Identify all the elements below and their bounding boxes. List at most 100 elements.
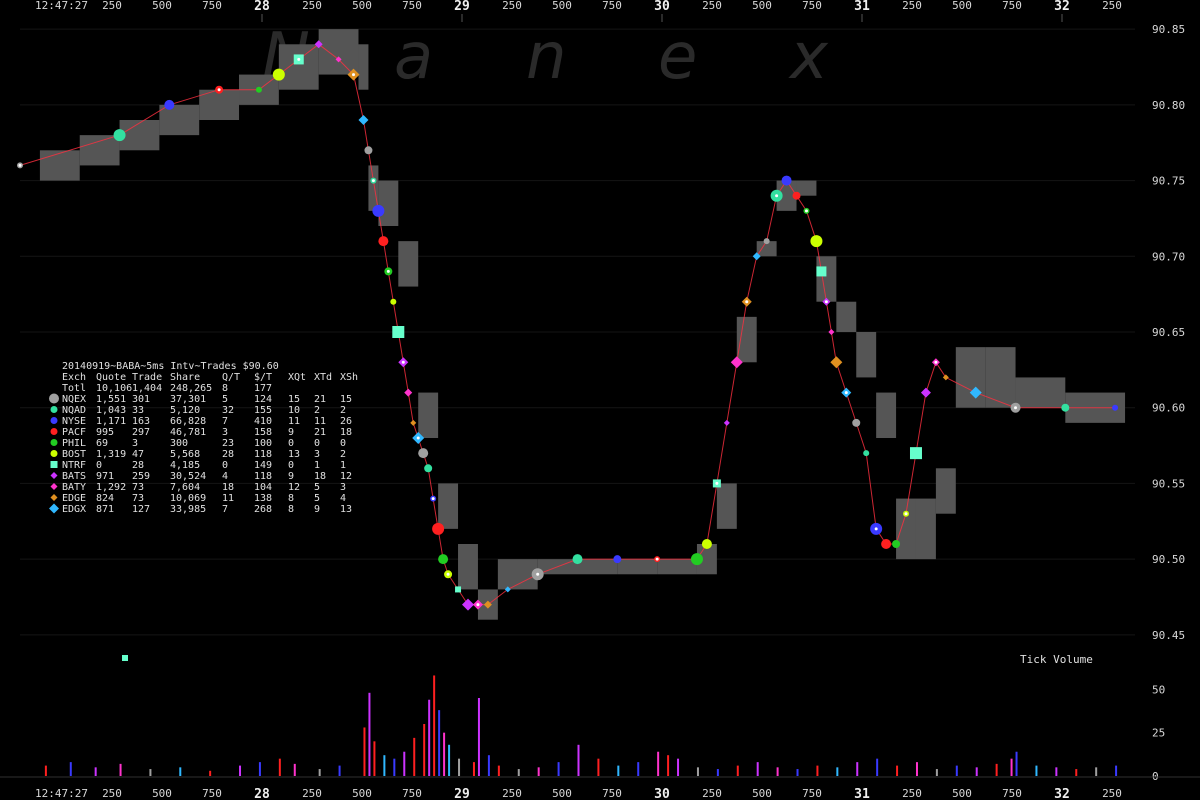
trade-marker-center [297, 57, 301, 61]
nbbo-band-segment [39, 150, 80, 181]
trade-marker-center [844, 391, 848, 395]
tick-volume-bar [94, 767, 97, 776]
time-tick-label: 500 [352, 0, 372, 12]
legend-header-cell: Quote [96, 372, 126, 383]
legend-header-cell: Share [170, 372, 200, 383]
legend-cell: 5 [222, 394, 228, 405]
nbbo-band-segment [816, 256, 837, 302]
tick-volume-bar [557, 762, 560, 776]
legend-cell: 1,171 [96, 416, 126, 427]
legend-cell: 33,985 [170, 504, 206, 515]
time-tick-label: 500 [552, 0, 572, 12]
legend-cell: 9 [314, 504, 320, 515]
tick-volume-bar [318, 769, 321, 776]
tick-volume-bar [443, 732, 446, 776]
time-tick-label: 750 [402, 787, 422, 800]
legend-cell: BATS [62, 471, 86, 482]
stray-trade-marker [122, 655, 128, 661]
legend-header-cell: Trade [132, 372, 162, 383]
legend-cell: 118 [254, 449, 272, 460]
time-tick-label: 750 [802, 0, 822, 12]
legend-total-cell: Totl [62, 383, 86, 394]
legend-cell: NTRF [62, 460, 86, 471]
tick-volume-bar [577, 744, 580, 776]
trade-marker [378, 236, 389, 247]
volume-axis-title: Tick Volume [1020, 653, 1093, 666]
time-tick-label: 250 [102, 787, 122, 800]
legend-symbol-nqad [50, 406, 58, 413]
tick-volume-bar [597, 758, 600, 776]
time-tick-label: 500 [552, 787, 572, 800]
trade-marker [364, 146, 373, 155]
legend-cell: 1,551 [96, 394, 126, 405]
time-tick-label: 30 [654, 0, 670, 14]
legend-cell: 28 [132, 460, 144, 471]
time-tick-label: 750 [202, 787, 222, 800]
trade-marker-center [446, 572, 450, 576]
time-tick-label: 28 [254, 787, 270, 800]
legend-cell: 149 [254, 460, 272, 471]
time-tick-label: 250 [502, 787, 522, 800]
trade-marker [816, 266, 827, 277]
trade-marker-center [401, 360, 405, 364]
tick-volume-bar [293, 763, 296, 776]
time-tick-label: 30 [654, 787, 670, 800]
legend-cell: 66,828 [170, 416, 206, 427]
trade-marker [272, 68, 285, 81]
trade-marker [113, 129, 126, 142]
legend-cell: 12 [340, 471, 352, 482]
trade-marker [781, 175, 792, 186]
legend-cell: PACF [62, 427, 86, 438]
legend-cell: 124 [254, 394, 272, 405]
tick-volume-bar [119, 763, 122, 776]
tick-volume-bar [149, 769, 152, 776]
legend-cell: 5,120 [170, 405, 200, 416]
time-tick-label: 31 [854, 0, 870, 14]
legend-cell: 13 [340, 504, 352, 515]
trade-marker-center [804, 209, 808, 213]
legend-total-cell: 1,404 [132, 383, 162, 394]
price-tick-label: 90.60 [1152, 402, 1185, 415]
legend-cell: 300 [170, 438, 188, 449]
trade-marker-center [715, 481, 719, 485]
legend-cell: 2 [340, 405, 346, 416]
legend-cell: 5 [314, 482, 320, 493]
trade-marker-center [476, 603, 480, 607]
legend-cell: 23 [222, 438, 234, 449]
nbbo-band-segment [955, 347, 986, 408]
nbbo-band-segment [398, 241, 419, 287]
legend-cell: 11 [222, 493, 234, 504]
legend-symbol-ntrf [50, 461, 58, 468]
tick-volume-bar [1010, 758, 1013, 776]
tick-volume-bar [756, 762, 759, 776]
tick-volume-bar [955, 765, 958, 776]
nbbo-band-segment [278, 44, 319, 90]
time-tick-label: 250 [1102, 787, 1122, 800]
legend-total-cell: 248,265 [170, 383, 212, 394]
legend-cell: 18 [340, 427, 352, 438]
nbbo-band-segment [985, 347, 1016, 408]
legend-cell: 73 [132, 493, 144, 504]
legend-cell: 7 [222, 504, 228, 515]
trade-marker [810, 235, 823, 248]
trade-marker-center [1014, 406, 1018, 410]
trade-marker [863, 450, 870, 457]
tick-volume-bar [856, 762, 859, 776]
trade-marker [572, 554, 583, 565]
trade-marker-center [874, 527, 878, 531]
legend-cell: 15 [288, 394, 300, 405]
tick-volume-bar [472, 762, 475, 776]
tick-volume-bar [1075, 769, 1078, 776]
legend-total-cell: 8 [222, 383, 228, 394]
tick-volume-bar [373, 741, 376, 776]
time-tick-label: 29 [454, 787, 470, 800]
legend-cell: 138 [254, 493, 272, 504]
legend-cell: 1 [314, 460, 320, 471]
legend-cell: 268 [254, 504, 272, 515]
legend-cell: 971 [96, 471, 114, 482]
trade-marker-center [775, 194, 779, 198]
legend-cell: 9 [288, 471, 294, 482]
legend-cell: NQAD [62, 405, 86, 416]
trade-marker [455, 586, 462, 593]
time-label-top: 12:47:27 [35, 0, 88, 12]
